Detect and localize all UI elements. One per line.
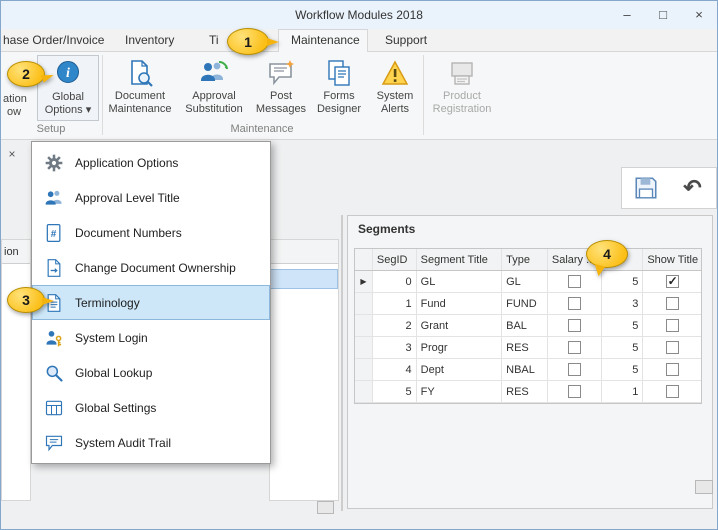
printer-icon [447,58,477,88]
salary-checkbox[interactable] [568,385,581,398]
tab-time[interactable]: Ti [197,29,231,51]
product-registration-button: Product Registration [428,55,496,121]
callout-4: 4 [586,240,628,268]
current-row-marker-icon: ▶ [360,277,366,286]
maximize-button[interactable]: □ [645,1,681,29]
table-row[interactable]: 3 Progr RES 5 [355,337,701,359]
svg-text:#: # [51,228,57,239]
gear-icon [44,153,64,173]
info-icon: i [53,59,83,89]
show-title-checkbox[interactable] [666,363,679,376]
save-floppy-icon [633,175,659,201]
group-label-maintenance: Maintenance [103,123,421,138]
title-bar: Workflow Modules 2018 – □ × [1,1,717,29]
menu-item-change-document-ownership[interactable]: Change Document Ownership [32,250,270,285]
segments-panel-title: Segments [358,222,415,236]
left-grid-header-fragment: ion [2,240,30,264]
tab-maintenance[interactable]: Maintenance [278,29,368,52]
segments-grid: SegID Segment Title Type Salary ... Show… [354,248,702,404]
forms-designer-button[interactable]: Forms Designer [311,55,367,121]
left-grid-sliver: ion [1,239,31,501]
save-button[interactable] [625,171,667,205]
menu-item-application-options[interactable]: Application Options [32,145,270,180]
table-row[interactable]: 4 Dept NBAL 5 [355,359,701,381]
forms-icon [324,58,354,88]
document-search-icon [125,58,155,88]
audit-speech-icon [44,433,64,453]
col-header-type[interactable]: Type [502,249,548,270]
document-transfer-icon [44,258,64,278]
post-messages-button[interactable]: Post Messages [255,55,307,121]
tab-support[interactable]: Support [373,29,439,51]
global-options-menu: Application Options Approval Level Title… [31,141,271,464]
col-header-show-title[interactable]: Show Title [643,249,701,270]
salary-checkbox[interactable] [568,275,581,288]
panel-splitter[interactable] [341,215,343,511]
group-separator [423,55,424,135]
salary-checkbox[interactable] [568,363,581,376]
global-options-button[interactable]: i Global Options ▾ [37,55,99,121]
scrollbar-button[interactable] [317,501,334,514]
menu-item-system-audit-trail[interactable]: System Audit Trail [32,425,270,460]
tab-purchase-order-invoice[interactable]: hase Order/Invoice [0,29,116,51]
callout-2: 2 [7,61,45,87]
tab-inventory[interactable]: Inventory [113,29,186,51]
show-title-checkbox[interactable] [666,341,679,354]
show-title-checkbox[interactable] [666,319,679,332]
people-icon [44,188,64,208]
window-controls: – □ × [609,1,717,29]
segments-panel: Segments SegID Segment Title Type Salary… [347,215,713,509]
login-key-icon [44,328,64,348]
table-row[interactable]: 2 Grant BAL 5 [355,315,701,337]
magnifier-icon [44,363,64,383]
menu-item-global-settings[interactable]: Global Settings [32,390,270,425]
salary-checkbox[interactable] [568,341,581,354]
group-label-setup: Setup [1,123,101,138]
table-row[interactable]: ▶ 0 GL GL 5 [355,271,701,293]
warning-triangle-icon [380,58,410,88]
menu-item-terminology[interactable]: Terminology [32,285,270,320]
document-maintenance-button[interactable]: Document Maintenance [107,55,173,121]
dropdown-caret-icon: ▾ [86,104,92,116]
col-header-segid[interactable]: SegID [373,249,417,270]
approval-substitution-button[interactable]: Approval Substitution [177,55,251,121]
salary-checkbox[interactable] [568,297,581,310]
menu-item-approval-level-title[interactable]: Approval Level Title [32,180,270,215]
system-alerts-button[interactable]: System Alerts [369,55,421,121]
selected-row-highlight[interactable] [270,269,338,289]
close-button[interactable]: × [681,1,717,29]
show-title-checkbox[interactable] [666,385,679,398]
undo-arrow-icon: ↶ [683,177,701,199]
scrollbar-button[interactable] [695,480,713,494]
minimize-button[interactable]: – [609,1,645,29]
callout-1: 1 [227,28,269,55]
menu-item-document-numbers[interactable]: # Document Numbers [32,215,270,250]
show-title-checkbox[interactable] [666,275,679,288]
menu-item-system-login[interactable]: System Login [32,320,270,355]
document-number-icon: # [44,223,64,243]
callout-3: 3 [7,287,45,313]
show-title-checkbox[interactable] [666,297,679,310]
svg-text:i: i [66,66,70,81]
message-bubble-icon [266,58,296,88]
document-tab-close-icon[interactable]: × [5,147,19,161]
undo-button[interactable]: ↶ [672,171,714,205]
ribbon: ation ow i Global Options ▾ Document Mai… [1,51,717,140]
segments-grid-header: SegID Segment Title Type Salary ... Show… [355,249,701,271]
col-header-segment-title[interactable]: Segment Title [417,249,502,270]
people-refresh-icon [199,58,229,88]
table-row[interactable]: 1 Fund FUND 3 [355,293,701,315]
app-window: Workflow Modules 2018 – □ × hase Order/I… [0,0,718,530]
save-toolbar: ↶ [621,167,717,209]
menu-item-global-lookup[interactable]: Global Lookup [32,355,270,390]
salary-checkbox[interactable] [568,319,581,332]
table-row[interactable]: 5 FY RES 1 [355,381,701,403]
settings-grid-icon [44,398,64,418]
